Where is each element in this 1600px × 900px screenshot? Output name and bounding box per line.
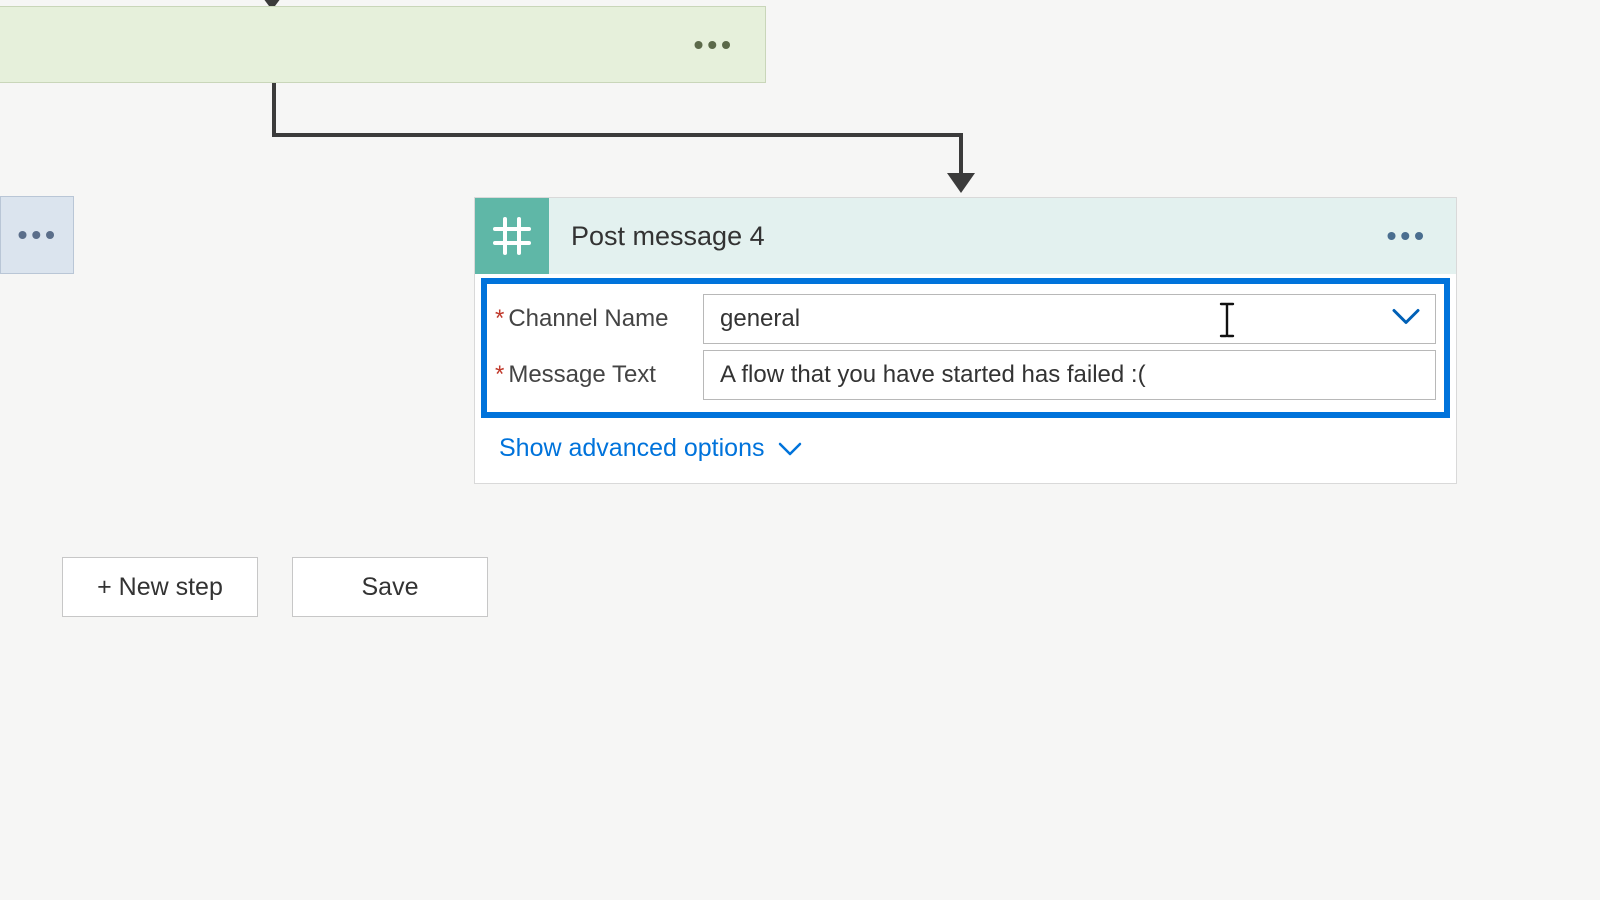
- show-advanced-options-label: Show advanced options: [499, 434, 764, 463]
- connector-line: [272, 133, 963, 137]
- message-text-row: *Message Text: [495, 350, 1436, 400]
- inputs-highlight: *Channel Name *Message Text: [481, 278, 1450, 418]
- footer-buttons: + New step Save: [62, 557, 488, 617]
- show-advanced-options[interactable]: Show advanced options: [475, 418, 802, 483]
- post-message-card: Post message 4 ••• *Channel Name: [474, 197, 1457, 484]
- slack-icon: [475, 198, 549, 274]
- chevron-down-icon[interactable]: [1392, 308, 1420, 331]
- arrowhead-icon: [947, 173, 975, 193]
- card-header[interactable]: Post message 4 •••: [475, 198, 1456, 274]
- upstream-step-menu-icon[interactable]: •••: [694, 29, 735, 61]
- connector-line: [272, 83, 276, 137]
- message-text-label: *Message Text: [495, 361, 703, 389]
- side-branch-card[interactable]: •••: [0, 196, 74, 274]
- message-text-input[interactable]: [703, 350, 1436, 400]
- connector-line: [959, 133, 963, 177]
- channel-name-input[interactable]: [703, 294, 1436, 344]
- channel-name-row: *Channel Name: [495, 294, 1436, 344]
- card-menu-icon[interactable]: •••: [1387, 220, 1428, 252]
- save-button[interactable]: Save: [292, 557, 488, 617]
- upstream-step-card[interactable]: •••: [0, 6, 766, 83]
- new-step-button[interactable]: + New step: [62, 557, 258, 617]
- card-title: Post message 4: [571, 221, 765, 252]
- side-branch-menu-icon[interactable]: •••: [18, 219, 59, 251]
- chevron-down-icon: [778, 441, 802, 457]
- channel-name-label: *Channel Name: [495, 305, 703, 333]
